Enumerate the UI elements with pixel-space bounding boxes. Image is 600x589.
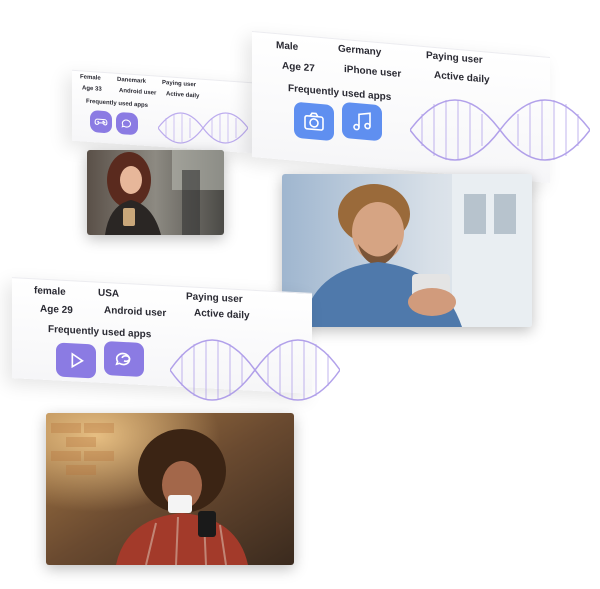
chat-app-button[interactable] bbox=[104, 340, 144, 378]
gender-label: female bbox=[34, 285, 66, 298]
dna-helix-graphic-2 bbox=[410, 99, 590, 161]
woman-drinking-coffee-photo bbox=[46, 413, 294, 565]
device-label: iPhone user bbox=[344, 64, 402, 81]
activity-label: Active daily bbox=[194, 307, 250, 322]
apps-heading: Frequently used apps bbox=[48, 324, 152, 341]
music-icon bbox=[353, 112, 371, 131]
gender-label: Male bbox=[276, 40, 299, 54]
gamepad-app-button[interactable] bbox=[90, 109, 112, 134]
country-label: USA bbox=[98, 287, 120, 300]
status-label: Paying user bbox=[186, 291, 243, 306]
country-label: Danemark bbox=[117, 76, 147, 85]
camera-icon bbox=[304, 112, 324, 131]
dna-helix-graphic-3 bbox=[170, 339, 340, 401]
age-label: Age 33 bbox=[82, 85, 102, 93]
country-label: Germany bbox=[338, 43, 382, 59]
music-app-button[interactable] bbox=[342, 101, 382, 142]
camera-app-button[interactable] bbox=[294, 101, 334, 142]
device-label: Android user bbox=[104, 304, 167, 320]
woman-on-bus-photo bbox=[87, 150, 224, 235]
play-icon bbox=[71, 352, 84, 369]
apps-heading: Frequently used apps bbox=[86, 98, 149, 110]
dna-helix-graphic-1 bbox=[158, 112, 248, 144]
status-label: Paying user bbox=[162, 80, 197, 89]
chat-icon bbox=[115, 352, 131, 366]
age-label: Age 27 bbox=[282, 60, 315, 75]
gender-label: Female bbox=[80, 74, 101, 82]
chat-icon bbox=[121, 119, 131, 128]
age-label: Age 29 bbox=[40, 303, 73, 317]
apps-heading: Frequently used apps bbox=[288, 83, 392, 104]
activity-label: Active daily bbox=[166, 91, 200, 100]
status-label: Paying user bbox=[426, 50, 483, 67]
activity-label: Active daily bbox=[434, 69, 490, 86]
video-app-button[interactable] bbox=[56, 342, 96, 379]
gamepad-icon bbox=[94, 118, 108, 126]
chat-app-button[interactable] bbox=[116, 111, 138, 136]
man-with-phone-photo bbox=[282, 174, 532, 327]
device-label: Android user bbox=[119, 87, 157, 97]
